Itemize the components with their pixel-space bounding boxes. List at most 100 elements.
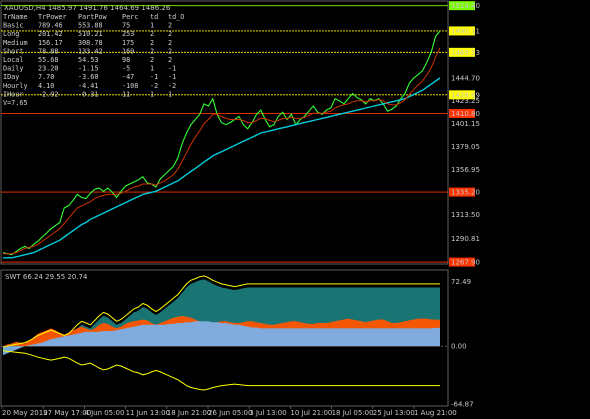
time-tick-2: 4 Jun 05:00 — [84, 409, 124, 417]
table-cell-7-2: -4.41 — [78, 82, 98, 90]
price-axis: 1514.401490.111469.531444.701423.251401.… — [449, 1, 480, 267]
oscillator-axis: 72.49 0.00 -64.87 — [451, 278, 474, 408]
price-tick-10: 1290.81 — [451, 235, 480, 243]
table-cell-5-3: -5 — [122, 65, 130, 73]
price-series-0 — [2, 30, 441, 256]
table-cell-2-0: Medium — [3, 39, 28, 47]
table-cell-7-4: -2 — [150, 82, 158, 90]
table-cell-8-5: 1 — [168, 90, 172, 98]
table-footer: V=7.65 — [3, 99, 28, 107]
oscillator-layer — [1, 275, 448, 391]
table-cell-1-1: 201.42 — [38, 30, 63, 38]
price-series-1 — [3, 77, 441, 259]
table-cell-0-1: 789.46 — [38, 22, 63, 30]
time-tick-5: 26 Jun 05:00 — [208, 409, 252, 417]
table-cell-3-2: 133.42 — [78, 47, 103, 55]
table-cell-2-4: 2 — [150, 39, 154, 47]
table-cell-8-0: IHour — [3, 90, 23, 98]
time-tick-6: 3 Jul 13:00 — [249, 409, 287, 417]
table-cell-1-3: 253 — [122, 30, 134, 38]
oscillator-tick-1: 0.00 — [451, 343, 467, 351]
table-cell-6-3: -47 — [122, 73, 134, 81]
table-cell-8-3: 11 — [122, 90, 130, 98]
chart-title: XAUUSD,H4 1485.97 1491.76 1464.69 1486.2… — [4, 4, 171, 12]
table-cell-3-0: Short — [3, 47, 23, 55]
chart-canvas: XAUUSD,H4 1485.97 1491.76 1464.69 1486.2… — [0, 0, 480, 417]
main-chart-layer — [1, 5, 448, 263]
main-chart-frame — [0, 0, 449, 265]
table-cell-8-1: -2.92 — [38, 90, 58, 98]
table-header-4: td — [150, 13, 158, 21]
table-cell-1-4: 2 — [150, 30, 154, 38]
time-tick-0: 20 May 2019 — [2, 409, 48, 417]
table-cell-2-1: 156.17 — [38, 39, 63, 47]
table-cell-3-1: 78.88 — [38, 47, 58, 55]
table-cell-4-1: 55.68 — [38, 56, 58, 64]
table-cell-5-4: 1 — [150, 65, 154, 73]
oscillator-lower-band — [2, 350, 440, 391]
level-tag-4: 1410.80 — [451, 110, 480, 118]
table-cell-6-5: -1 — [168, 73, 176, 81]
price-tick-7: 1356.95 — [451, 166, 480, 174]
table-cell-1-0: Long — [3, 30, 19, 38]
price-tick-1: 1490.11 — [451, 27, 480, 35]
table-cell-5-2: -1.15 — [78, 65, 98, 73]
level-tag-3: 1428.69 — [451, 91, 480, 99]
table-cell-5-1: 23.20 — [38, 65, 58, 73]
price-tick-2: 1469.53 — [451, 49, 480, 57]
table-header-1: TrPower — [38, 13, 67, 21]
table-cell-1-5: 2 — [168, 30, 172, 38]
price-tick-0: 1514.40 — [451, 2, 480, 10]
table-cell-1-2: 510.21 — [78, 30, 103, 38]
price-tick-6: 1379.05 — [451, 143, 480, 151]
table-cell-2-3: 175 — [122, 39, 134, 47]
price-tick-8: 1335.20 — [451, 189, 480, 197]
price-tick-5: 1401.15 — [451, 120, 480, 128]
price-tick-11: 1267.90 — [451, 259, 480, 267]
price-series-2 — [3, 47, 441, 255]
table-cell-4-0: Local — [3, 56, 23, 64]
table-cell-0-0: Basic — [3, 22, 23, 30]
table-cell-0-2: 553.88 — [78, 22, 103, 30]
table-cell-7-1: 4.10 — [38, 82, 54, 90]
table-cell-4-4: 2 — [150, 56, 154, 64]
time-tick-10: 1 Aug 21:00 — [414, 409, 457, 417]
table-header-2: PartPow — [78, 13, 108, 21]
oscillator-tick-2: -64.87 — [451, 400, 474, 408]
table-cell-5-0: Daily — [3, 65, 23, 73]
time-tick-4: 18 Jun 21:00 — [167, 409, 211, 417]
table-cell-3-5: 2 — [168, 47, 172, 55]
time-tick-3: 11 Jun 13:00 — [126, 409, 170, 417]
strength-table: TrName TrPower PartPow Perc td td_O Basic 789.4… — [3, 13, 184, 107]
table-cell-6-4: -1 — [150, 73, 158, 81]
table-cell-0-3: 75 — [122, 22, 130, 30]
table-header-5: td_O — [168, 13, 184, 21]
table-cell-0-4: 1 — [150, 22, 154, 30]
table-cell-3-3: 169 — [122, 47, 134, 55]
table-cell-3-4: 2 — [150, 47, 154, 55]
time-tick-8: 18 Jul 05:00 — [332, 409, 374, 417]
table-cell-6-2: -3.60 — [78, 73, 98, 81]
table-cell-5-5: -1 — [168, 65, 176, 73]
time-tick-9: 25 Jul 13:00 — [373, 409, 415, 417]
table-cell-0-5: 2 — [168, 22, 172, 30]
table-cell-6-0: IDay — [3, 73, 19, 81]
table-cell-6-1: 7.70 — [38, 73, 54, 81]
price-tick-3: 1444.70 — [451, 75, 480, 83]
table-cell-8-4: 1 — [150, 90, 154, 98]
time-tick-7: 10 Jul 21:00 — [290, 409, 332, 417]
table-header-0: TrName — [3, 13, 28, 21]
oscillator-tick-0: 72.49 — [451, 278, 471, 286]
table-cell-8-2: -0.31 — [78, 90, 98, 98]
table-cell-2-5: 2 — [168, 39, 172, 47]
table-cell-7-0: Hourly — [3, 82, 28, 90]
table-cell-7-3: -108 — [122, 82, 138, 90]
oscillator-title: SWT 66.24 29.55 20.74 — [5, 273, 88, 281]
price-tick-9: 1313.50 — [451, 211, 480, 219]
time-axis: 20 May 201927 May 17:004 Jun 05:00 11 Jun… — [1, 406, 457, 417]
table-cell-4-2: 54.53 — [78, 56, 98, 64]
table-cell-7-5: -2 — [168, 82, 176, 90]
table-cell-4-5: 2 — [168, 56, 172, 64]
table-cell-4-3: 98 — [122, 56, 130, 64]
table-header-3: Perc — [122, 13, 138, 21]
